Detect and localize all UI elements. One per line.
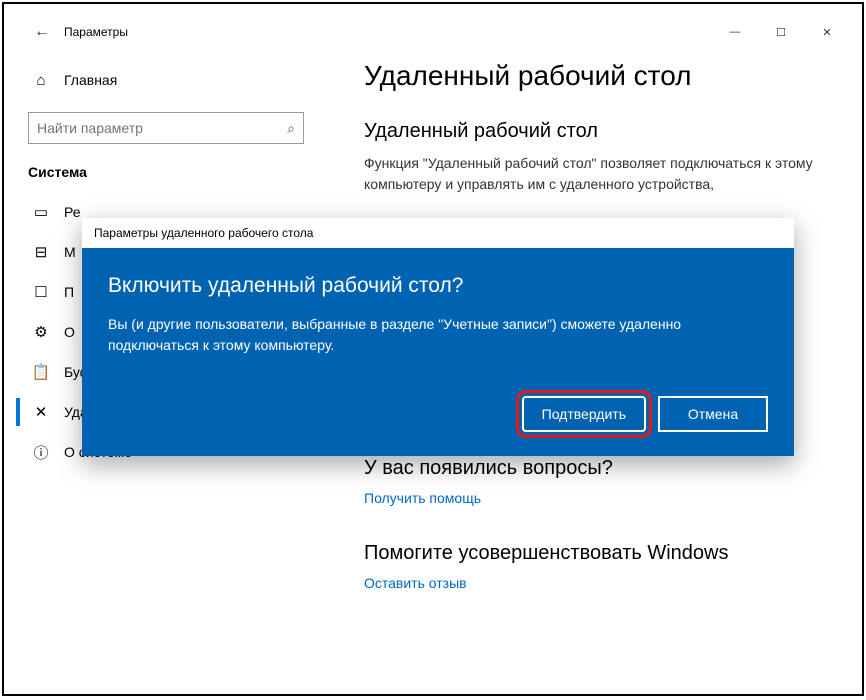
page-title: Удаленный рабочий стол xyxy=(364,60,818,92)
section-text-remote: Функция "Удаленный рабочий стол" позволя… xyxy=(364,153,818,195)
display-icon: ▭ xyxy=(32,203,50,221)
dialog-question: Включить удаленный рабочий стол? xyxy=(108,274,768,298)
remote-desktop-icon: ✕ xyxy=(32,403,50,421)
dialog-buttons: Подтвердить Отмена xyxy=(108,396,768,432)
search-box[interactable]: ⌕ xyxy=(28,112,304,144)
home-icon: ⌂ xyxy=(32,72,50,89)
section-title-questions: У вас появились вопросы? xyxy=(364,457,818,480)
link-feedback[interactable]: Оставить отзыв xyxy=(364,575,818,591)
dialog-text: Вы (и другие пользователи, выбранные в р… xyxy=(108,314,768,356)
sidebar-item-label: Ре xyxy=(64,204,81,220)
dialog-body: Включить удаленный рабочий стол? Вы (и д… xyxy=(82,248,794,456)
clipboard-icon: 📋 xyxy=(32,363,50,381)
minimize-button[interactable]: — xyxy=(712,16,758,48)
titlebar: ← Параметры — ☐ ✕ xyxy=(16,16,850,48)
sidebar-section-label: Система xyxy=(28,164,304,180)
close-button[interactable]: ✕ xyxy=(804,16,850,48)
section-title-feedback: Помогите усовершенствовать Windows xyxy=(364,542,818,565)
projecting-icon: ☐ xyxy=(32,283,50,301)
remote-desktop-dialog: Параметры удаленного рабочего стола Вклю… xyxy=(82,218,794,456)
sidebar-home-label: Главная xyxy=(64,72,117,88)
window-controls: — ☐ ✕ xyxy=(712,16,850,48)
sidebar-item-label: П xyxy=(64,284,74,300)
search-icon: ⌕ xyxy=(287,120,295,137)
sidebar-item-label: О xyxy=(64,324,75,340)
back-button[interactable]: ← xyxy=(24,16,60,48)
search-input[interactable] xyxy=(37,120,287,136)
cancel-button[interactable]: Отмена xyxy=(658,396,768,432)
about-icon: ⓘ xyxy=(32,442,50,463)
confirm-button[interactable]: Подтвердить xyxy=(522,396,646,432)
section-title-remote: Удаленный рабочий стол xyxy=(364,120,818,143)
shared-icon: ⚙ xyxy=(32,323,50,341)
dialog-title: Параметры удаленного рабочего стола xyxy=(82,218,794,248)
sidebar-home[interactable]: ⌂ Главная xyxy=(28,60,304,100)
sidebar-item-label: М xyxy=(64,244,76,260)
link-help[interactable]: Получить помощь xyxy=(364,490,818,506)
multitask-icon: ⊟ xyxy=(32,243,50,261)
window-title: Параметры xyxy=(64,25,128,39)
maximize-button[interactable]: ☐ xyxy=(758,16,804,48)
